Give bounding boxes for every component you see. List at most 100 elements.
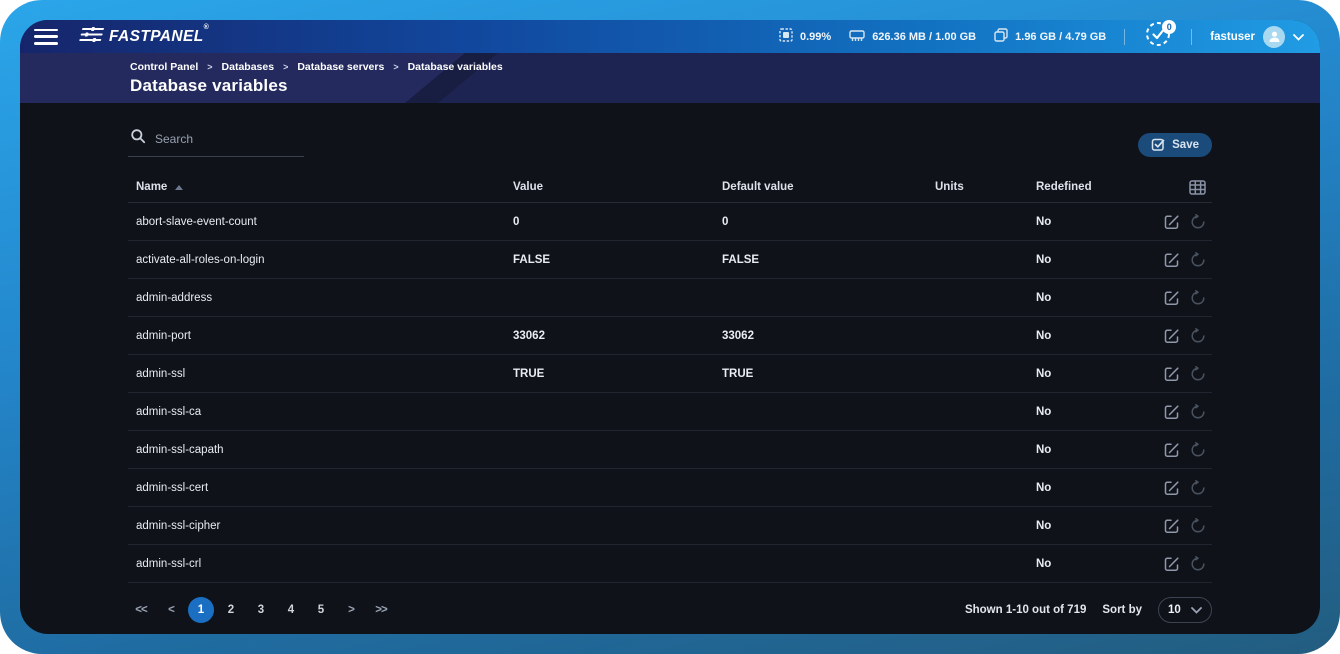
per-page-select[interactable]: 10 [1158, 597, 1212, 623]
username: fastuser [1210, 31, 1255, 43]
edit-icon[interactable] [1164, 442, 1180, 458]
cell-redefined: No [1036, 368, 1151, 380]
breadcrumb-item[interactable]: Control Panel [130, 61, 198, 73]
cell-actions [1151, 290, 1212, 306]
column-header-redefined[interactable]: Redefined [1036, 181, 1151, 193]
reset-icon[interactable] [1190, 518, 1206, 534]
table-row: admin-ssl-crlNo [128, 545, 1212, 583]
pagination-page-button[interactable]: 3 [248, 597, 274, 623]
chevron-down-icon [1191, 601, 1202, 619]
breadcrumb-item[interactable]: Databases [222, 61, 275, 73]
table-row: admin-ssl-ca No [128, 393, 1212, 431]
breadcrumb-item[interactable]: Database servers [297, 61, 384, 73]
brand-logo[interactable]: FASTPANEL® [80, 27, 209, 47]
sort-asc-icon [175, 185, 183, 190]
pagination: <<<12345>>> [128, 597, 394, 623]
cell-name: admin-port [128, 330, 513, 342]
save-button[interactable]: Save [1138, 133, 1212, 157]
cell-name: admin-ssl-cipher [128, 520, 513, 532]
table-row: abort-slave-event-count00No [128, 203, 1212, 241]
reset-icon[interactable] [1190, 214, 1206, 230]
reset-icon[interactable] [1190, 366, 1206, 382]
column-header-name[interactable]: Name [128, 181, 513, 193]
disk-stat: 1.96 GB / 4.79 GB [994, 28, 1106, 45]
table-row: admin-ssl-certNo [128, 469, 1212, 507]
equalizer-icon [78, 27, 105, 47]
table-row: admin-ssl-cipher No [128, 507, 1212, 545]
pagination-last-button[interactable]: >> [368, 597, 394, 623]
cell-actions [1151, 442, 1212, 458]
cell-actions [1151, 328, 1212, 344]
column-settings-icon[interactable] [1189, 180, 1206, 195]
cell-redefined: No [1036, 330, 1151, 342]
pagination-page-button[interactable]: 2 [218, 597, 244, 623]
reset-icon[interactable] [1190, 556, 1206, 572]
toolbar: Save [128, 124, 1212, 157]
table-header: Name Value Default value Units Redefined [128, 172, 1212, 203]
edit-icon[interactable] [1164, 518, 1180, 534]
reset-icon[interactable] [1190, 442, 1206, 458]
memory-icon [849, 29, 865, 45]
reset-icon[interactable] [1190, 404, 1206, 420]
reset-icon[interactable] [1190, 252, 1206, 268]
table-row: admin-port3306233062No [128, 317, 1212, 355]
cell-actions [1151, 366, 1212, 382]
pagination-prev-button[interactable]: < [158, 597, 184, 623]
save-check-icon [1151, 137, 1165, 154]
notifications-button[interactable]: 0 [1143, 22, 1173, 52]
memory-stat: 626.36 MB / 1.00 GB [849, 29, 976, 45]
edit-icon[interactable] [1164, 366, 1180, 382]
cell-actions [1151, 252, 1212, 268]
cell-redefined: No [1036, 292, 1151, 304]
edit-icon[interactable] [1164, 404, 1180, 420]
cell-name: activate-all-roles-on-login [128, 254, 513, 266]
edit-icon[interactable] [1164, 480, 1180, 496]
table-row: admin-ssl-capathNo [128, 431, 1212, 469]
edit-icon[interactable] [1164, 290, 1180, 306]
cpu-icon [779, 28, 793, 45]
footer-right: Shown 1-10 out of 719 Sort by 10 [965, 597, 1212, 623]
column-header-value[interactable]: Value [513, 181, 722, 193]
notifications-badge: 0 [1162, 20, 1176, 34]
pagination-next-button[interactable]: > [338, 597, 364, 623]
fastpanel-app: FASTPANEL® 0.99% 626.36 MB / 1.00 GB [20, 20, 1320, 634]
reset-icon[interactable] [1190, 480, 1206, 496]
cell-redefined: No [1036, 406, 1151, 418]
cell-value: TRUE [513, 368, 722, 380]
search-input[interactable] [155, 132, 285, 146]
edit-icon[interactable] [1164, 328, 1180, 344]
column-header-units[interactable]: Units [935, 181, 1036, 193]
table-footer: <<<12345>>> Shown 1-10 out of 719 Sort b… [128, 597, 1212, 633]
chevron-down-icon [1293, 28, 1304, 46]
cell-name: admin-ssl [128, 368, 513, 380]
divider [1191, 29, 1192, 45]
user-menu[interactable]: fastuser [1210, 26, 1304, 48]
edit-icon[interactable] [1164, 252, 1180, 268]
cell-value: 33062 [513, 330, 722, 342]
shown-count: Shown 1-10 out of 719 [965, 604, 1086, 616]
reset-icon[interactable] [1190, 328, 1206, 344]
search-icon [130, 128, 146, 149]
column-header-default-value[interactable]: Default value [722, 181, 935, 193]
pagination-first-button[interactable]: << [128, 597, 154, 623]
cell-redefined: No [1036, 520, 1151, 532]
reset-icon[interactable] [1190, 290, 1206, 306]
cell-default-value: TRUE [722, 368, 935, 380]
cell-actions [1151, 480, 1212, 496]
breadcrumb-item[interactable]: Database variables [408, 61, 503, 73]
edit-icon[interactable] [1164, 556, 1180, 572]
breadcrumb-separator: > [393, 62, 398, 72]
pagination-page-button[interactable]: 1 [188, 597, 214, 623]
disk-icon [994, 28, 1008, 45]
cell-actions [1151, 214, 1212, 230]
pagination-page-button[interactable]: 5 [308, 597, 334, 623]
cell-value: FALSE [513, 254, 722, 266]
breadcrumb-separator: > [207, 62, 212, 72]
search-field[interactable] [128, 124, 304, 157]
cell-name: admin-ssl-ca [128, 406, 513, 418]
edit-icon[interactable] [1164, 214, 1180, 230]
pagination-page-button[interactable]: 4 [278, 597, 304, 623]
table-row: activate-all-roles-on-loginFALSEFALSENo [128, 241, 1212, 279]
menu-icon[interactable] [34, 29, 58, 45]
cell-redefined: No [1036, 558, 1151, 570]
